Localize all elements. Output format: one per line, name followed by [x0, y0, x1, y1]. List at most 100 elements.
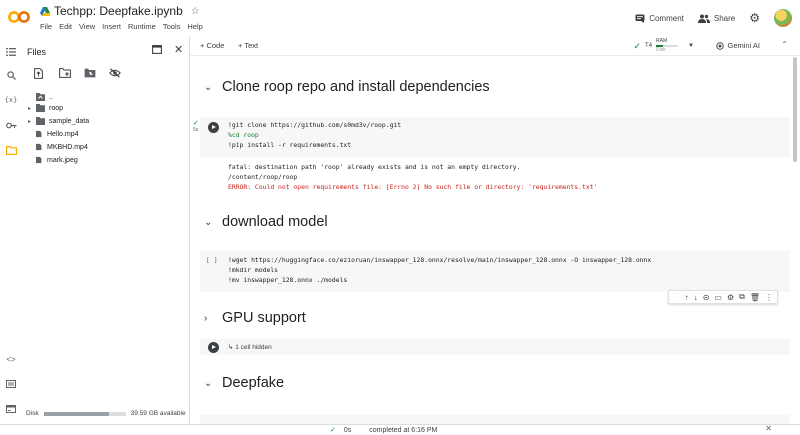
run-section-button[interactable]	[208, 342, 219, 353]
execution-status[interactable]: ✓ 0s completed at 6:16 PM	[330, 425, 437, 435]
expand-caret-icon[interactable]: ▸	[28, 105, 36, 112]
connected-check-icon: ✓	[633, 40, 642, 51]
chevron-down-icon[interactable]: ⌄	[204, 217, 212, 228]
resource-meters: RAM Disk	[656, 39, 679, 53]
completed-time: completed at 6:16 PM	[369, 426, 438, 434]
expand-caret-icon[interactable]: ▸	[28, 118, 36, 125]
ram-fill	[656, 45, 663, 47]
code-line[interactable]: !pip install -r requirements.txt	[228, 141, 351, 149]
section-heading[interactable]: ⌄ download model	[204, 214, 328, 230]
code-line[interactable]: %cd roop	[228, 131, 259, 139]
runtime-status[interactable]: ✓ T4 RAM Disk ▼	[633, 39, 694, 53]
close-icon[interactable]: ✕	[174, 43, 183, 56]
elapsed-time: 0s	[343, 426, 352, 434]
code-line[interactable]: !mv inswapper_128.onnx ./models	[228, 276, 347, 284]
share-label: Share	[713, 13, 736, 23]
hidden-cells-label[interactable]: ↳ 1 cell hidden	[228, 343, 272, 351]
code-cell-download[interactable]: [ ] !wget https://huggingface.co/eziorua…	[200, 250, 790, 292]
status-close-icon[interactable]: ✕	[765, 424, 772, 433]
code-line[interactable]: !wget https://huggingface.co/ezioruan/in…	[228, 256, 651, 264]
command-palette-icon[interactable]	[4, 377, 18, 391]
table-of-contents-icon[interactable]	[4, 45, 18, 59]
menu-file[interactable]: File	[40, 22, 52, 31]
hide-files-eye-off-icon[interactable]	[109, 68, 121, 79]
code-snippets-icon[interactable]: <>	[4, 352, 18, 366]
section-heading[interactable]: ⌄ Clone roop repo and install dependenci…	[204, 79, 490, 95]
menu-view[interactable]: View	[79, 22, 95, 31]
folder-up-icon	[36, 93, 45, 101]
menu-insert[interactable]: Insert	[102, 22, 121, 31]
disk-available: 39.59 GB available	[130, 410, 186, 417]
mirror-cell-icon[interactable]: ⧉	[739, 292, 745, 302]
files-folder-icon[interactable]	[4, 143, 18, 157]
disk-label: Disk	[26, 410, 39, 417]
run-cell-button[interactable]	[208, 122, 219, 133]
file-tree-item-sample-data[interactable]: ▸ sample_data	[28, 115, 89, 127]
files-panel-title: Files	[27, 47, 47, 57]
file-tree-item-mkbhd-mp4[interactable]: MKBHD.mp4	[36, 141, 88, 153]
menu-help[interactable]: Help	[187, 22, 202, 31]
file-tree-item-roop[interactable]: ▸ roop	[28, 102, 63, 114]
open-in-tab-icon[interactable]	[152, 45, 162, 54]
share-button[interactable]: Share	[697, 13, 736, 23]
terminal-icon[interactable]	[4, 402, 18, 416]
chevron-down-icon[interactable]: ▼	[688, 43, 694, 49]
code-line[interactable]: !git clone https://github.com/s0md3v/roo…	[228, 121, 401, 129]
colab-logo[interactable]	[8, 9, 30, 25]
menu-runtime[interactable]: Runtime	[128, 22, 156, 31]
notebook-title[interactable]: Techpp: Deepfake.ipynb	[54, 4, 183, 18]
avatar[interactable]	[774, 9, 792, 27]
add-code-button[interactable]: + Code	[200, 41, 224, 50]
file-name: mark.jpeg	[47, 156, 78, 164]
move-down-arrow-icon[interactable]: ↓	[694, 293, 698, 302]
collapse-header-icon[interactable]: ⌃	[781, 40, 788, 49]
file-tree-item-hello-mp4[interactable]: Hello.mp4	[36, 128, 79, 140]
menu-tools[interactable]: Tools	[163, 22, 181, 31]
execution-time: 5s	[193, 127, 199, 133]
file-name: Hello.mp4	[47, 130, 79, 138]
menu-edit[interactable]: Edit	[59, 22, 72, 31]
disk-usage-fill	[43, 411, 110, 416]
section-title: GPU support	[222, 310, 306, 326]
chevron-right-icon[interactable]: ›	[204, 313, 212, 324]
chevron-down-icon[interactable]: ⌄	[204, 378, 212, 389]
delete-icon[interactable]: 🗑	[750, 293, 760, 302]
comment-label: Comment	[649, 13, 684, 23]
mount-drive-icon[interactable]	[84, 68, 96, 79]
file-name: sample_data	[49, 117, 90, 125]
execution-prompt[interactable]: [ ]	[206, 256, 218, 264]
drive-icon	[40, 6, 50, 16]
code-cell-deepfake[interactable]	[200, 415, 790, 424]
disk-usage-bar	[43, 411, 126, 416]
link-icon[interactable]: ⊝	[703, 293, 710, 302]
code-cell-clone[interactable]: !git clone https://github.com/s0md3v/roo…	[200, 117, 790, 157]
settings-gear-icon[interactable]: ⚙	[749, 11, 760, 25]
gemini-button[interactable]: Gemini AI	[716, 41, 760, 50]
code-line[interactable]: !mkdir models	[228, 266, 278, 274]
more-vert-icon[interactable]: ⋮	[765, 293, 773, 302]
secrets-key-icon[interactable]	[4, 118, 18, 132]
chevron-down-icon[interactable]: ⌄	[204, 82, 212, 93]
move-up-arrow-icon[interactable]: ↑	[685, 293, 689, 302]
upload-file-icon[interactable]	[34, 68, 46, 79]
disk-meter-label: Disk	[656, 47, 666, 53]
gemini-spark-icon	[716, 41, 725, 50]
files-panel: Files ✕ .. ▸ roop ▸ sample_data Hello.mp…	[22, 36, 190, 424]
settings-icon[interactable]: ⚙	[727, 293, 734, 302]
add-text-button[interactable]: + Text	[238, 41, 258, 50]
comment-icon	[635, 14, 645, 23]
comment-icon[interactable]: ▭	[714, 293, 722, 302]
disk-usage: Disk 39.59 GB available	[26, 410, 186, 417]
variables-icon[interactable]: {x}	[4, 93, 18, 107]
people-icon	[697, 14, 710, 23]
section-heading[interactable]: ⌄ Deepfake	[204, 375, 284, 391]
file-tree-item-mark-jpeg[interactable]: mark.jpeg	[36, 154, 78, 166]
comment-button[interactable]: Comment	[635, 14, 684, 23]
new-folder-icon[interactable]	[59, 68, 71, 79]
notebook-scrollbar[interactable]	[793, 57, 797, 162]
section-heading[interactable]: › GPU support	[204, 310, 306, 326]
search-icon[interactable]	[4, 68, 18, 82]
hidden-cells-bar[interactable]: ↳ 1 cell hidden	[200, 339, 790, 355]
star-icon[interactable]: ☆	[191, 6, 200, 17]
folder-icon	[36, 117, 45, 125]
